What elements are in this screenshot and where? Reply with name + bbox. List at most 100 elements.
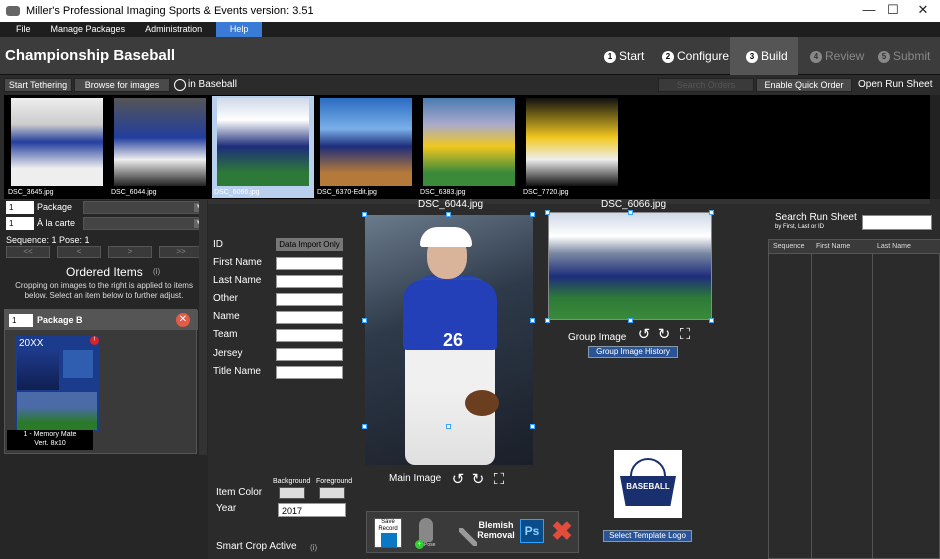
thumbnail[interactable]: DSC_6044.jpg <box>109 96 211 198</box>
crop-handle[interactable] <box>530 212 535 217</box>
crop-handle[interactable] <box>362 424 367 429</box>
group-image-history-button[interactable]: Group Image History <box>588 346 678 358</box>
nav-last-button[interactable]: >> <box>159 246 203 258</box>
column-header-last-name[interactable]: Last Name <box>873 240 940 254</box>
run-sheet-search-input[interactable] <box>862 215 932 230</box>
package-item-name: Package B <box>37 315 83 325</box>
thumbnail-image <box>526 98 618 186</box>
package-item-qty-input[interactable]: 1 <box>9 314 33 327</box>
search-icon[interactable] <box>174 79 186 91</box>
table-column <box>812 240 873 559</box>
crop-handle[interactable] <box>530 424 535 429</box>
step-build[interactable]: 3 Build <box>730 37 798 75</box>
save-record-button[interactable]: Save Record <box>374 518 402 548</box>
crop-handle[interactable] <box>362 212 367 217</box>
step-configure[interactable]: 2 Configure <box>646 37 730 75</box>
background-color-swatch[interactable] <box>279 487 305 499</box>
package-caption-line: Vert. 8x10 <box>34 440 66 447</box>
package-select[interactable]: ▼ <box>83 201 205 214</box>
delete-button[interactable]: ✖ <box>550 517 574 545</box>
preview-group <box>17 392 97 430</box>
close-window-button[interactable]: ✕ <box>900 0 940 22</box>
crop-handle[interactable] <box>545 210 550 215</box>
step-review[interactable]: 4 Review <box>794 37 866 75</box>
package-preview[interactable]: 20XX ! <box>15 336 99 432</box>
crop-handle[interactable] <box>446 424 451 429</box>
package-caption: 1 - Memory Mate Vert. 8x10 <box>7 430 93 450</box>
crop-handle[interactable] <box>709 318 714 323</box>
thumbnail-filename: DSC_6044.jpg <box>111 189 157 196</box>
open-run-sheet-link[interactable]: Open Run Sheet <box>858 79 933 90</box>
step-label: Build <box>761 49 788 63</box>
enable-quick-order-button[interactable]: Enable Quick Order <box>756 78 852 92</box>
crop-handle[interactable] <box>362 318 367 323</box>
rotate-left-icon[interactable]: ↺ <box>637 327 651 342</box>
nav-next-button[interactable]: > <box>108 246 152 258</box>
alacarte-qty-input[interactable]: 1 <box>6 217 34 230</box>
jersey-field[interactable] <box>276 348 343 361</box>
select-template-logo-button[interactable]: Select Template Logo <box>603 530 692 542</box>
column-header-sequence[interactable]: Sequence <box>769 240 812 254</box>
crop-handle[interactable] <box>628 210 633 215</box>
foreground-color-swatch[interactable] <box>319 487 345 499</box>
nav-first-button[interactable]: << <box>6 246 50 258</box>
thumbnail[interactable]: DSC_7720.jpg <box>521 96 623 198</box>
first-name-field[interactable] <box>276 257 343 270</box>
name-field[interactable] <box>276 311 343 324</box>
nav-prev-button[interactable]: < <box>57 246 101 258</box>
start-tethering-button[interactable]: Start Tethering <box>4 78 72 92</box>
team-field[interactable] <box>276 329 343 342</box>
thumbnail-filename: DSC_6370-Edit.jpg <box>317 189 377 196</box>
rotate-left-icon[interactable]: ↺ <box>451 472 465 487</box>
fullscreen-icon[interactable]: ⛶ <box>492 472 506 487</box>
folder-label: in Baseball <box>188 79 237 90</box>
crop-handle[interactable] <box>446 212 451 217</box>
fullscreen-icon[interactable]: ⛶ <box>678 327 692 342</box>
thumbnail[interactable]: DSC_6383.jpg <box>418 96 520 198</box>
crop-handle[interactable] <box>628 318 633 323</box>
menu-help[interactable]: Help <box>216 22 263 37</box>
preview-logo <box>63 350 93 378</box>
browse-images-button[interactable]: Browse for images <box>74 78 170 92</box>
template-logo[interactable]: BASEBALL <box>614 450 682 518</box>
rotate-right-icon[interactable]: ↻ <box>471 472 485 487</box>
photoshop-button[interactable]: Ps <box>520 519 544 543</box>
other-label: Other <box>213 293 239 304</box>
step-label: Configure <box>677 49 730 63</box>
left-panel-scrollbar[interactable] <box>199 200 207 455</box>
info-icon[interactable]: (i) <box>153 267 160 276</box>
step-number: 3 <box>746 50 758 63</box>
crop-note: Cropping on images to the right is appli… <box>15 281 193 300</box>
crop-handle[interactable] <box>709 210 714 215</box>
team-label: Team <box>213 329 238 340</box>
package-qty-input[interactable]: 1 <box>6 201 34 214</box>
step-submit[interactable]: 5 Submit <box>862 37 940 75</box>
menu-file[interactable]: File <box>6 22 41 37</box>
thumbnail[interactable]: DSC_3645.jpg <box>6 96 108 198</box>
thumbnail-selected[interactable]: DSC_6066.jpg <box>212 96 314 198</box>
thumbnail[interactable]: DSC_6370-Edit.jpg <box>315 96 417 198</box>
crop-handle[interactable] <box>545 318 550 323</box>
blemish-removal-button[interactable]: Blemish Removal <box>459 518 515 548</box>
rotate-right-icon[interactable]: ↻ <box>657 327 671 342</box>
title-name-field[interactable] <box>276 366 343 379</box>
search-orders-button[interactable]: Search Orders <box>658 78 754 92</box>
preview-portrait <box>17 350 59 390</box>
column-header-first-name[interactable]: First Name <box>812 240 873 254</box>
package-item-header: 1 Package B ✕ <box>5 310 198 330</box>
alacarte-select[interactable]: ▼ <box>83 217 205 230</box>
last-name-field[interactable] <box>276 275 343 288</box>
first-name-label: First Name <box>213 257 262 268</box>
thumbnail-vertical-scrollbar[interactable] <box>930 95 940 199</box>
remove-package-button[interactable]: ✕ <box>176 313 190 327</box>
group-image-crop[interactable] <box>548 212 712 320</box>
thumbnail-filename: DSC_6383.jpg <box>420 189 466 196</box>
year-field[interactable]: 2017 <box>278 503 346 517</box>
menu-manage-packages[interactable]: Manage Packages <box>41 22 136 37</box>
crop-handle[interactable] <box>530 318 535 323</box>
info-icon[interactable]: (i) <box>310 543 317 552</box>
menu-administration[interactable]: Administration <box>135 22 212 37</box>
window-title: Miller's Professional Imaging Sports & E… <box>26 5 314 17</box>
other-field[interactable] <box>276 293 343 306</box>
add-pose-button[interactable]: + Pose <box>411 518 441 550</box>
